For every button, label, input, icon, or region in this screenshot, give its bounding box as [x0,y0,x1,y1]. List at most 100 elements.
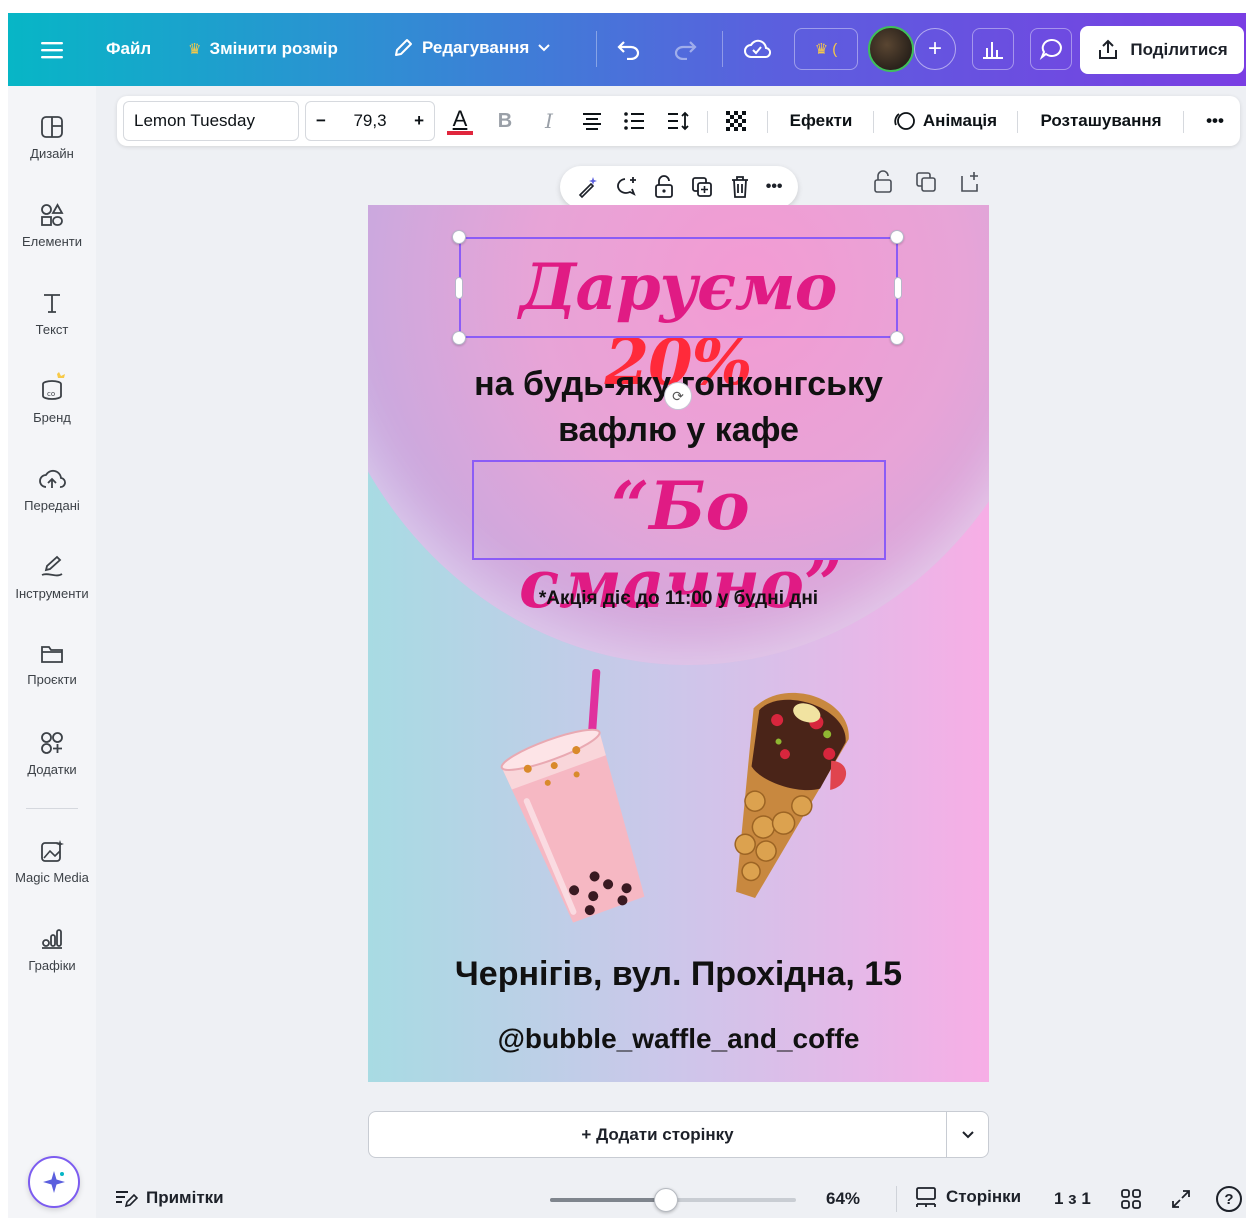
add-page-button[interactable]: + Додати сторінку [368,1111,989,1158]
sidebar-item-brand[interactable]: co Бренд [8,370,96,425]
more-label: ••• [1206,111,1224,130]
more-icon[interactable]: ••• [766,178,783,196]
duplicate-icon[interactable] [690,175,714,199]
pages-label: Сторінки [946,1187,1022,1206]
hover-box-cafe-name [472,460,886,560]
sidebar-item-label: Графіки [28,958,76,973]
sidebar-item-text[interactable]: Текст [8,290,96,337]
magic-edit-icon[interactable] [575,175,599,199]
draw-icon [41,555,63,577]
zoom-slider[interactable] [550,1188,796,1212]
notes-button[interactable]: Примітки [114,1188,224,1208]
status-bar: Примітки 64% Сторінки 1 з 1 ? [96,1180,1246,1218]
grid-view-icon[interactable] [1120,1188,1142,1210]
brand-icon: co [42,372,65,400]
sidebar-item-magic-media[interactable]: Magic Media [8,838,96,885]
undo-icon[interactable] [608,28,650,70]
italic-button[interactable]: I [535,96,563,146]
resize-handle[interactable] [455,277,463,299]
chevron-down-icon [961,1130,974,1138]
page-add-icon[interactable] [958,170,982,194]
align-center-icon[interactable] [577,96,607,146]
effects-button[interactable]: Ефекти [779,96,863,146]
social-handle-text[interactable]: @bubble_waffle_and_coffe [368,1023,989,1055]
zoom-value[interactable]: 64% [826,1189,860,1209]
sidebar-item-design[interactable]: Дизайн [8,114,96,161]
sidebar-item-tools[interactable]: Інструменти [8,554,96,601]
trash-icon[interactable] [729,175,751,199]
cloud-saved-icon[interactable] [736,28,778,70]
bold-label: B [497,109,513,132]
promo-note-text[interactable]: *Акція діє до 11:00 у будні дні [368,588,989,610]
edit-mode-button[interactable]: Редагування [392,37,551,59]
bubble-tea-image[interactable] [498,665,658,925]
page-tools [872,170,982,194]
decrease-size-button[interactable]: − [316,111,326,131]
sidebar-item-uploads[interactable]: Передані [8,466,96,513]
font-size-value[interactable]: 79,3 [353,111,386,131]
sidebar-item-label: Інструменти [15,586,89,601]
sidebar-item-apps[interactable]: Додатки [8,730,96,777]
sidebar-item-label: Magic Media [15,870,89,885]
comment-icon[interactable] [1030,28,1072,70]
menu-icon[interactable] [32,29,74,71]
spacing-icon[interactable] [663,96,693,146]
text-color-button[interactable]: A [445,96,475,146]
shapes-icon [41,203,64,226]
add-page-dropdown[interactable] [946,1112,988,1157]
page-lock-icon[interactable] [872,170,894,194]
sidebar-item-projects[interactable]: Проєкти [8,642,96,687]
charts-icon [42,929,62,949]
resize-handle[interactable] [452,230,466,244]
sidebar-item-charts[interactable]: Графіки [8,926,96,973]
resize-handle[interactable] [890,331,904,345]
sidebar-item-label: Бренд [33,410,71,425]
resize-handle[interactable] [890,230,904,244]
font-family-select[interactable]: Lemon Tuesday [123,101,299,141]
share-label: Поділитися [1130,40,1228,59]
pages-button[interactable]: Сторінки [914,1186,1021,1208]
redo-icon[interactable] [664,28,706,70]
left-sidebar: Дизайн Елементи Текст co Бренд Передані … [8,86,96,1218]
resize-handle[interactable] [452,331,466,345]
fullscreen-icon[interactable] [1170,1188,1192,1210]
file-menu-button[interactable]: Файл [106,39,151,59]
divider [896,1186,897,1212]
rotate-handle-icon[interactable]: ⟳ [664,382,692,410]
divider [26,808,78,809]
magic-assistant-button[interactable] [28,1156,80,1208]
sidebar-item-label: Дизайн [30,146,74,161]
lock-icon[interactable] [653,175,675,199]
invite-plus-icon[interactable]: + [914,28,956,70]
position-button[interactable]: Розташування [1029,96,1173,146]
text-icon [44,294,60,313]
text-color-swatch [447,130,473,135]
more-options-button[interactable]: ••• [1195,96,1235,146]
page-duplicate-icon[interactable] [914,170,938,194]
premium-button[interactable]: ♛ ( [794,28,858,70]
sparkle-icon [43,1171,65,1193]
resize-handle[interactable] [894,277,902,299]
help-button[interactable]: ? [1216,1186,1242,1212]
upload-cloud-icon [39,469,66,488]
subline-text-2[interactable]: вафлю у кафе [368,411,989,450]
comment-add-icon[interactable] [614,175,638,199]
divider [1183,111,1184,133]
resize-button[interactable]: ♛ Змінити розмір [188,39,338,59]
bold-button[interactable]: B [491,96,519,146]
chevron-down-icon [538,44,551,52]
zoom-slider-thumb[interactable] [653,1188,678,1212]
transparency-icon[interactable] [721,96,751,146]
sidebar-item-elements[interactable]: Елементи [8,202,96,249]
animation-button[interactable]: Анімація [887,96,1003,146]
list-icon[interactable] [619,96,649,146]
insights-chart-icon[interactable] [972,28,1014,70]
address-text[interactable]: Чернігів, вул. Прохідна, 15 [368,955,989,994]
text-format-toolbar: Lemon Tuesday − 79,3 + A B I Ефекти Анім… [117,96,1240,146]
resize-label: Змінити розмір [209,39,338,58]
bubble-waffle-image[interactable] [688,680,868,910]
share-button[interactable]: Поділитися [1080,26,1244,74]
increase-size-button[interactable]: + [414,111,424,131]
pencil-icon [395,39,412,56]
avatar[interactable] [868,26,914,72]
